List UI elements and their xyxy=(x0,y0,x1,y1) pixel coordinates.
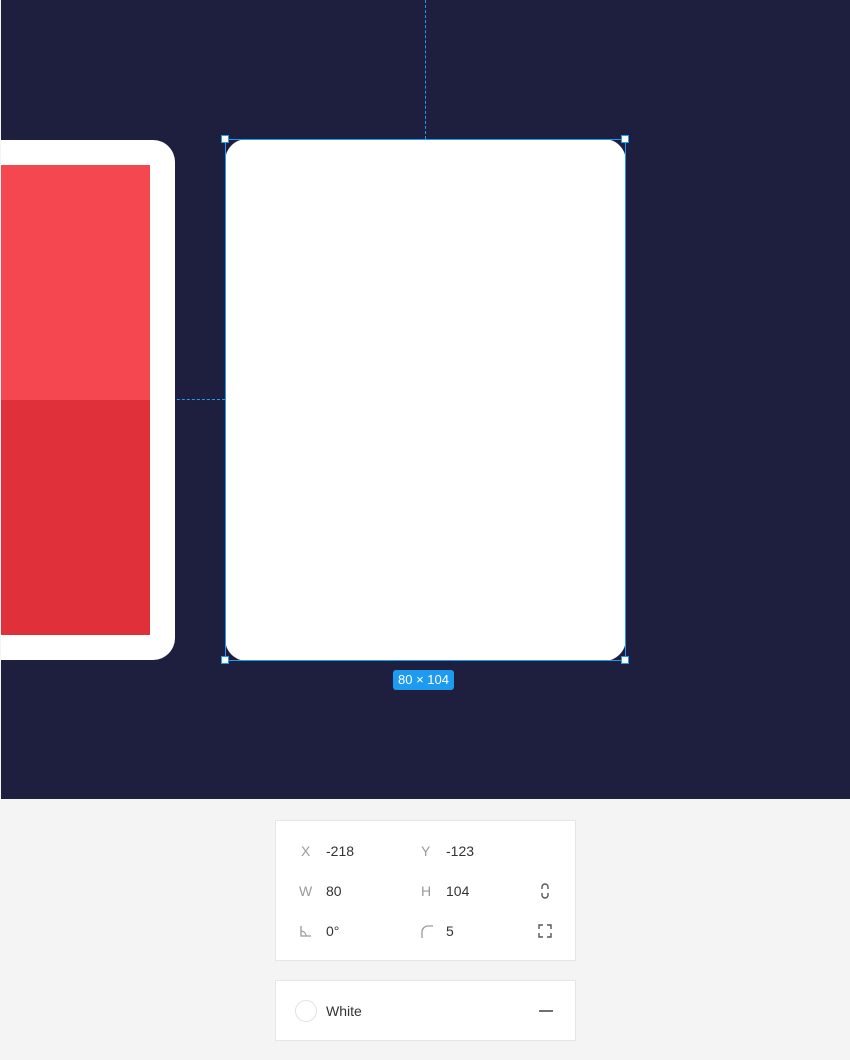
left-card-top-red-block[interactable] xyxy=(1,165,150,400)
h-label: H xyxy=(421,883,432,899)
resize-handle-top-left[interactable] xyxy=(221,135,229,143)
left-card-bottom-red-block[interactable] xyxy=(1,400,150,635)
vertical-center-guide xyxy=(425,0,426,139)
resize-handle-top-right[interactable] xyxy=(621,135,629,143)
selected-white-card[interactable] xyxy=(225,139,626,661)
corner-radius-input[interactable]: 5 xyxy=(446,921,454,941)
selection-size-badge: 80 × 104 xyxy=(393,670,454,690)
fill-color-swatch[interactable] xyxy=(295,1000,317,1022)
angle-icon xyxy=(299,923,315,939)
x-input[interactable]: -218 xyxy=(326,841,354,861)
design-canvas[interactable]: 80 × 104 xyxy=(1,0,850,799)
height-input[interactable]: 104 xyxy=(446,881,469,901)
transform-properties-panel: X -218 Y -123 W 80 H 104 0° 5 xyxy=(275,820,576,961)
resize-handle-bottom-right[interactable] xyxy=(621,656,629,664)
width-input[interactable]: 80 xyxy=(326,881,342,901)
minus-icon[interactable] xyxy=(538,1003,554,1019)
y-input[interactable]: -123 xyxy=(446,841,474,861)
resize-handle-bottom-left[interactable] xyxy=(221,656,229,664)
w-label: W xyxy=(299,883,313,899)
left-card-frame[interactable] xyxy=(1,140,175,660)
constrain-proportions-icon[interactable] xyxy=(537,882,553,900)
rotation-input[interactable]: 0° xyxy=(326,921,339,941)
x-label: X xyxy=(301,843,311,859)
fill-panel: White xyxy=(275,980,576,1041)
y-label: Y xyxy=(421,843,431,859)
corner-radius-icon xyxy=(419,923,435,939)
independent-corners-icon[interactable] xyxy=(537,923,553,939)
fill-color-name[interactable]: White xyxy=(326,1001,362,1021)
